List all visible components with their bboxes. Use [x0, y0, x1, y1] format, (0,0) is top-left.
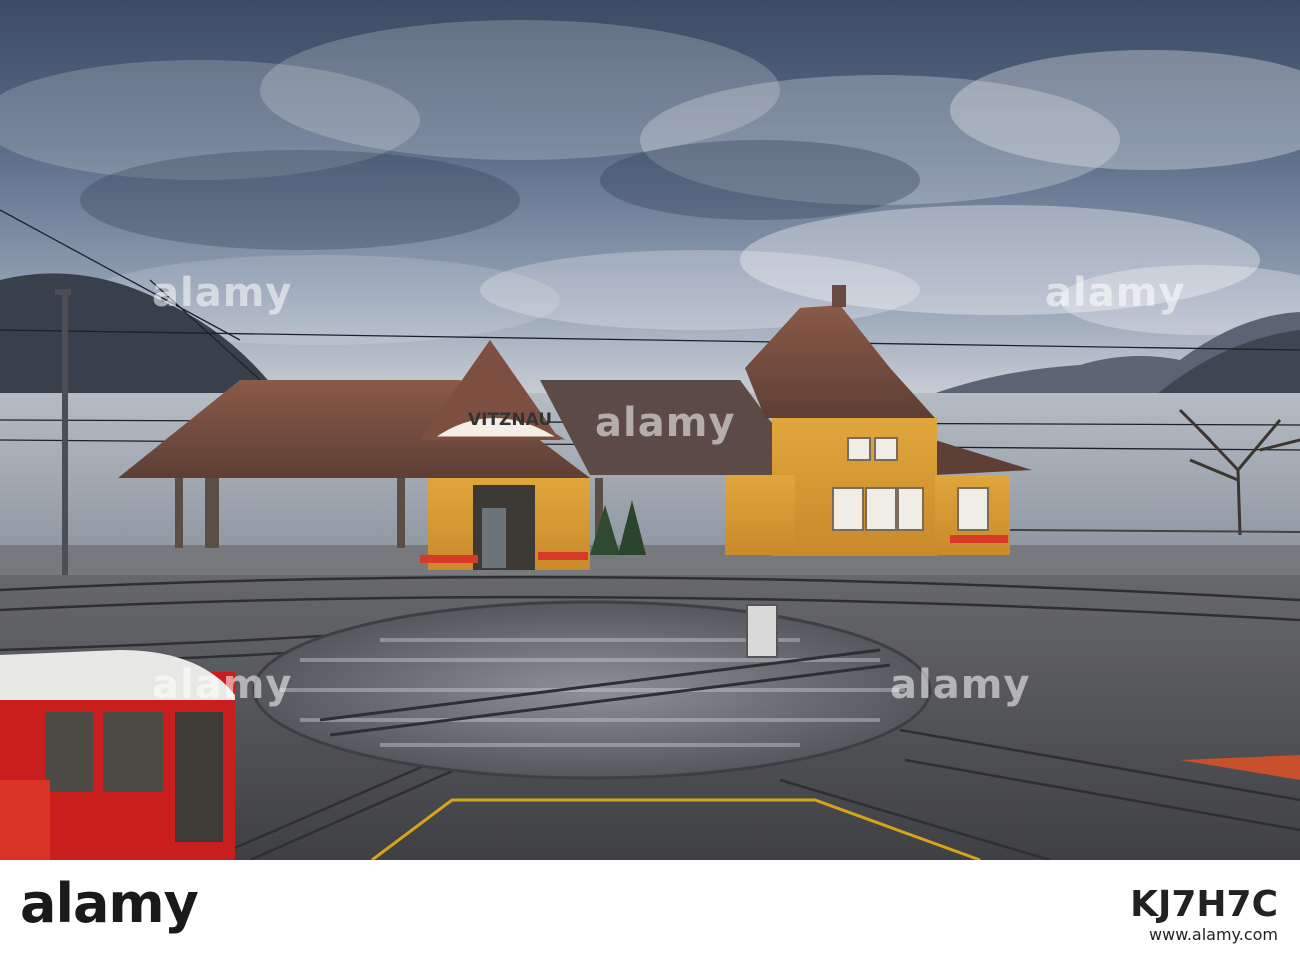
- site-url[interactable]: www.alamy.com: [1130, 925, 1278, 944]
- station-sign-text: VITZNAU: [467, 410, 553, 430]
- footer-info: KJ7H7C www.alamy.com: [1130, 882, 1278, 944]
- lamp-post: [62, 295, 68, 575]
- quay: [0, 545, 1300, 575]
- image-id: KJ7H7C: [1130, 884, 1278, 925]
- watermark: alamy: [595, 400, 736, 446]
- watermark: alamy: [890, 662, 1031, 708]
- footer-bar: alamy KJ7H7C www.alamy.com: [0, 860, 1300, 955]
- watermark: alamy: [152, 662, 293, 708]
- photo-scene: [0, 0, 1300, 862]
- watermark: alamy: [1045, 270, 1186, 316]
- building-lower: [725, 475, 795, 555]
- photo: VITZNAU alamy alamy alamy alamy alamy: [0, 0, 1300, 955]
- switch-box: [746, 604, 778, 658]
- alamy-logo[interactable]: alamy: [20, 872, 199, 935]
- chimney: [832, 285, 846, 307]
- watermark: alamy: [152, 270, 293, 316]
